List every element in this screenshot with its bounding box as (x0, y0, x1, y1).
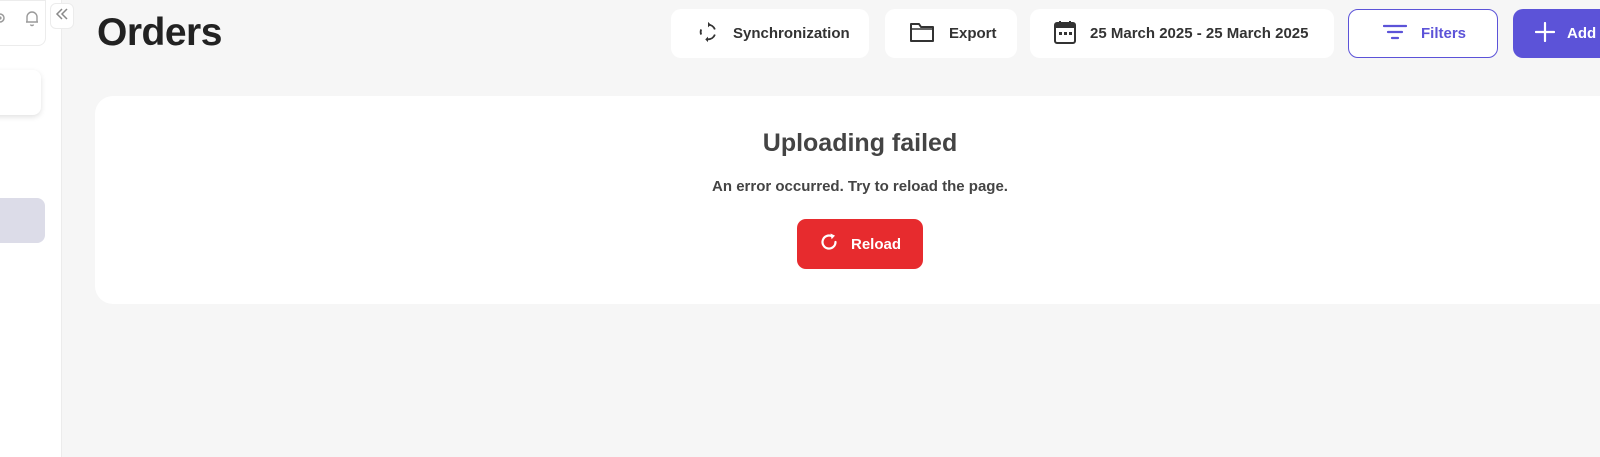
calendar-icon (1054, 20, 1076, 48)
sidebar (0, 0, 74, 457)
reload-button[interactable]: Reload (797, 219, 923, 269)
export-button[interactable]: Export (885, 9, 1017, 58)
page-title: Orders (97, 11, 222, 54)
synchronization-label: Synchronization (733, 25, 850, 42)
error-message: An error occurred. Try to reload the pag… (712, 178, 1008, 195)
reload-icon (819, 232, 839, 256)
sidebar-search-box[interactable] (0, 70, 41, 115)
date-range-picker[interactable]: 25 March 2025 - 25 March 2025 (1030, 9, 1334, 58)
double-chevron-left-icon (55, 7, 69, 25)
error-card: Uploading failed An error occurred. Try … (95, 96, 1600, 304)
add-order-button[interactable]: Add (1513, 9, 1600, 58)
collapse-sidebar-button[interactable] (50, 3, 74, 29)
gear-icon[interactable] (0, 10, 8, 26)
sync-icon (697, 21, 719, 47)
add-label: Add (1567, 25, 1597, 42)
filters-label: Filters (1421, 25, 1467, 42)
error-title: Uploading failed (762, 129, 958, 157)
bell-icon[interactable] (23, 9, 41, 27)
filter-icon (1382, 23, 1408, 45)
folder-icon (909, 21, 935, 47)
synchronization-button[interactable]: Synchronization (671, 9, 869, 58)
filters-button[interactable]: Filters (1348, 9, 1498, 58)
reload-label: Reload (850, 235, 901, 253)
plus-icon (1534, 21, 1556, 46)
date-range-label: 25 March 2025 - 25 March 2025 (1090, 25, 1309, 42)
sidebar-item-active[interactable] (0, 198, 45, 243)
export-label: Export (949, 25, 997, 42)
